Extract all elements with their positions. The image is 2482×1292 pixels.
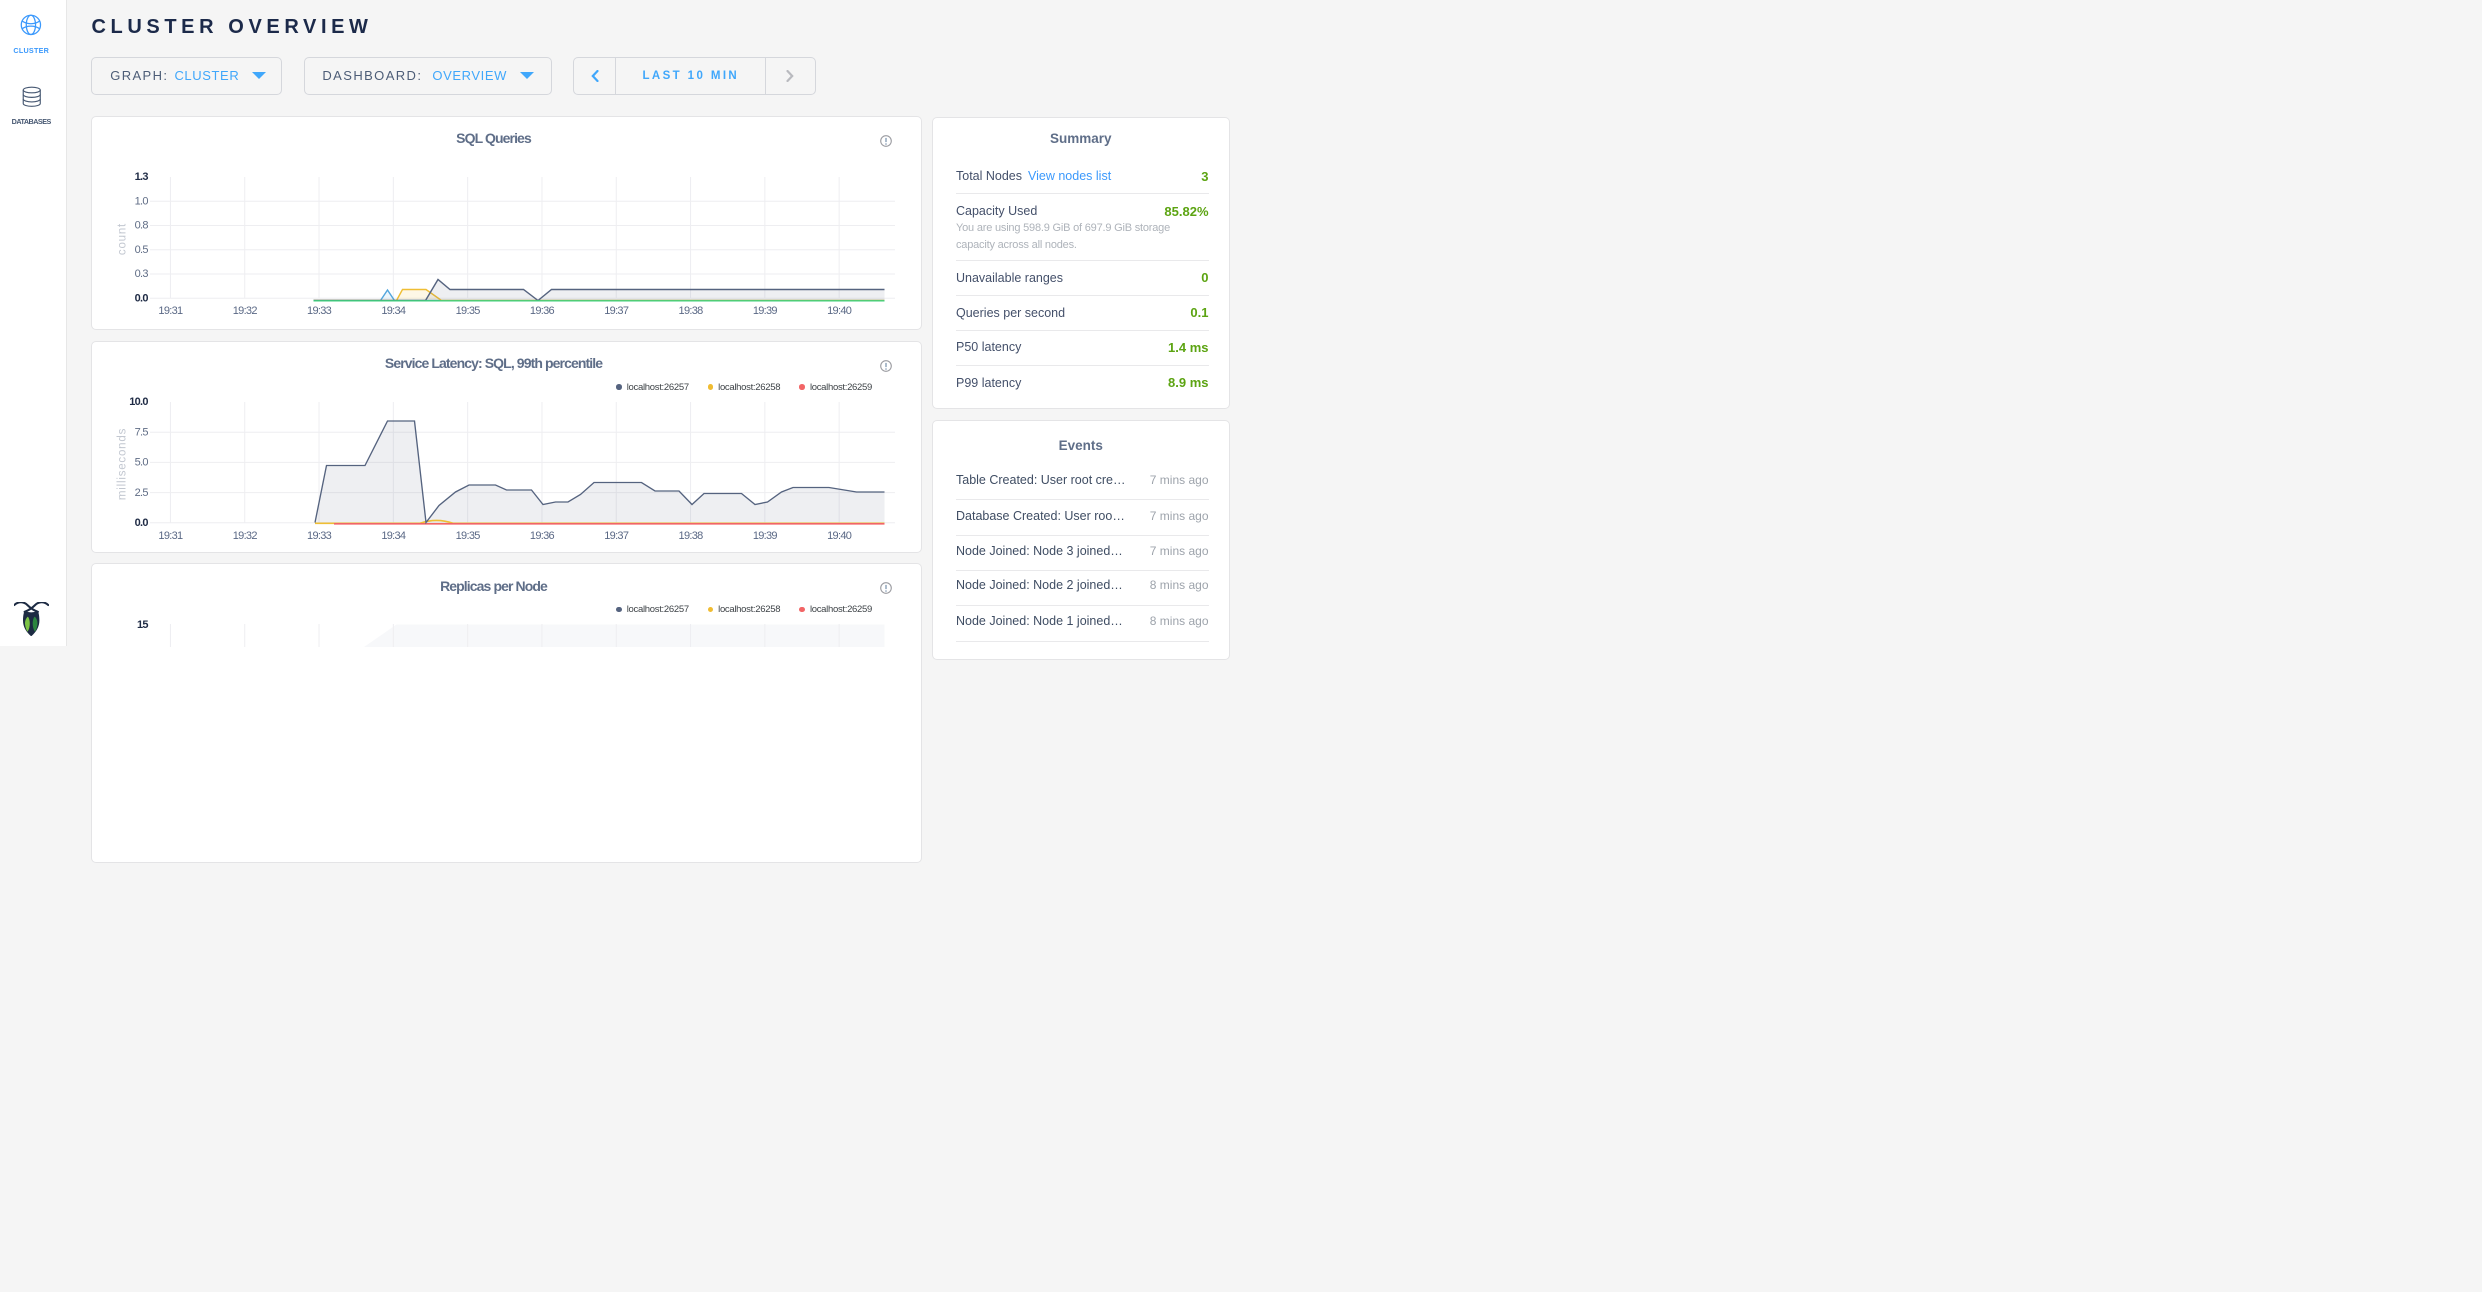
svg-text:7.5: 7.5 [134, 426, 148, 438]
svg-text:19:36: 19:36 [529, 530, 554, 542]
svg-text:1.3: 1.3 [134, 171, 148, 183]
svg-text:19:31: 19:31 [158, 530, 183, 542]
svg-text:19:39: 19:39 [752, 305, 777, 317]
svg-text:15: 15 [136, 619, 147, 631]
svg-text:19:38: 19:38 [678, 305, 703, 317]
svg-text:1.0: 1.0 [134, 195, 148, 207]
svg-text:0.5: 0.5 [134, 243, 148, 255]
svg-text:19:40: 19:40 [827, 530, 852, 542]
svg-text:19:39: 19:39 [752, 530, 777, 542]
svg-text:19:33: 19:33 [307, 530, 332, 542]
svg-text:0.8: 0.8 [134, 219, 148, 231]
svg-text:19:37: 19:37 [604, 530, 629, 542]
svg-text:10.0: 10.0 [129, 396, 148, 408]
svg-text:0.0: 0.0 [134, 292, 148, 304]
svg-text:0.3: 0.3 [134, 268, 148, 280]
svg-text:19:35: 19:35 [455, 305, 480, 317]
svg-text:19:37: 19:37 [604, 305, 629, 317]
svg-text:19:38: 19:38 [678, 530, 703, 542]
svg-text:19:32: 19:32 [232, 530, 257, 542]
svg-text:0.0: 0.0 [134, 517, 148, 529]
svg-text:19:34: 19:34 [381, 305, 406, 317]
svg-text:2.5: 2.5 [134, 486, 148, 498]
svg-text:19:32: 19:32 [232, 305, 257, 317]
svg-text:19:40: 19:40 [827, 305, 852, 317]
svg-text:19:31: 19:31 [158, 305, 183, 317]
svg-text:milliseconds: milliseconds [116, 427, 128, 499]
svg-text:5.0: 5.0 [134, 456, 148, 468]
svg-text:19:36: 19:36 [529, 305, 554, 317]
svg-text:19:35: 19:35 [455, 530, 480, 542]
svg-text:count: count [116, 222, 128, 254]
svg-text:19:33: 19:33 [307, 305, 332, 317]
svg-text:19:34: 19:34 [381, 530, 406, 542]
